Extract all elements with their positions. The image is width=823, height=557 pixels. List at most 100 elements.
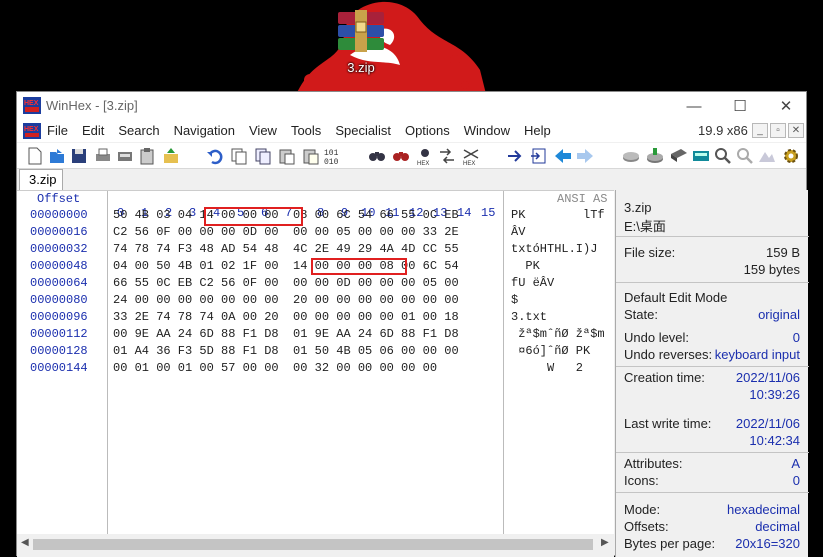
close-button[interactable]: ✕ (763, 92, 809, 120)
doc-restore-button[interactable]: ▫ (770, 123, 786, 138)
document-menu-icon[interactable]: HEX (23, 123, 41, 139)
svg-text:HEX: HEX (417, 161, 429, 166)
debug-icon[interactable] (757, 146, 777, 166)
row-hex-bytes[interactable]: 66 55 0C EB C2 56 0F 00 00 00 0D 00 00 0… (113, 276, 459, 290)
undo-reverses-label: Undo reverses: (624, 347, 713, 362)
bytes-per-page-value: 20x16=320 (735, 536, 800, 551)
row-offset: 00000032 (30, 242, 88, 256)
menu-window[interactable]: Window (464, 123, 510, 138)
menu-options[interactable]: Options (405, 123, 450, 138)
write-date-value: 2022/11/06 (735, 416, 800, 431)
minimize-button[interactable]: — (671, 92, 717, 120)
paste-icon[interactable] (277, 146, 297, 166)
undo-reverses-value: keyboard input (714, 347, 800, 362)
doc-minimize-button[interactable]: _ (752, 123, 768, 138)
row-hex-bytes[interactable]: C2 56 0F 00 00 00 0D 00 00 00 05 00 00 0… (113, 225, 459, 239)
row-ansi-text[interactable]: PK lTf (511, 208, 605, 222)
analyze-icon[interactable] (735, 146, 755, 166)
goto-offset-icon[interactable] (505, 146, 525, 166)
title-bar[interactable]: HEX WinHex - [3.zip] — ☐ ✕ (17, 92, 806, 120)
file-size-value: 159 B (766, 245, 800, 260)
settings-icon[interactable] (781, 146, 801, 166)
find-icon[interactable] (367, 146, 387, 166)
creation-date-value: 2022/11/06 (735, 370, 800, 385)
maximize-icon: ☐ (733, 98, 747, 115)
mode-label: Mode: (624, 502, 661, 517)
copy-icon[interactable] (229, 146, 249, 166)
hex-convert-icon[interactable]: 101010 (323, 146, 343, 166)
file-size-bytes: 159 bytes (743, 262, 800, 277)
back-icon[interactable] (553, 146, 573, 166)
open-file-icon[interactable] (47, 146, 67, 166)
ram-icon[interactable] (669, 146, 689, 166)
properties-icon[interactable] (115, 146, 135, 166)
forward-icon[interactable] (575, 146, 595, 166)
row-ansi-text[interactable]: ÂV (511, 225, 525, 239)
print-icon[interactable] (93, 146, 113, 166)
save-icon[interactable] (69, 146, 89, 166)
clipboard-icon[interactable] (137, 146, 157, 166)
creation-time-label: Creation time: (624, 370, 705, 385)
menu-file[interactable]: File (47, 123, 68, 138)
divider (616, 492, 809, 493)
find-hex-icon[interactable]: HEX (415, 146, 435, 166)
row-ansi-text[interactable]: fU ëÂV (511, 276, 554, 290)
row-hex-bytes[interactable]: 01 A4 36 F3 5D 88 F1 D8 01 50 4B 05 06 0… (113, 344, 459, 358)
goto-sector-icon[interactable] (529, 146, 549, 166)
row-ansi-text[interactable]: txtóH­THL.I)J (511, 242, 597, 256)
version-label: 19.9 x86 (698, 123, 748, 138)
tab-3-zip[interactable]: 3.zip (19, 169, 63, 190)
scroll-left-icon[interactable]: ◀ (21, 537, 29, 548)
export-icon[interactable] (161, 146, 181, 166)
row-ansi-text[interactable]: žª$mˆñØ žª$m (511, 327, 604, 341)
row-ansi-text[interactable]: W 2 (511, 361, 583, 375)
maximize-button[interactable]: ☐ (717, 92, 763, 120)
undo-icon[interactable] (205, 146, 225, 166)
offset-divider (107, 191, 108, 535)
svg-text:HEX: HEX (24, 126, 39, 133)
mode-value: hexadecimal (727, 502, 800, 517)
svg-text:010: 010 (324, 158, 339, 166)
replace-hex-icon[interactable]: HEX (461, 146, 481, 166)
row-hex-bytes[interactable]: 33 2E 74 78 74 0A 00 20 00 00 00 00 00 0… (113, 310, 459, 324)
menu-help[interactable]: Help (524, 123, 551, 138)
disk-edit-icon[interactable] (645, 146, 665, 166)
scroll-right-icon[interactable]: ▶ (601, 537, 609, 548)
doc-close-button[interactable]: ✕ (788, 123, 804, 138)
row-ansi-text[interactable]: PK (511, 259, 539, 273)
write-time-value: 10:42:34 (749, 433, 800, 448)
menu-specialist[interactable]: Specialist (335, 123, 391, 138)
menu-edit[interactable]: Edit (82, 123, 104, 138)
menu-navigation[interactable]: Navigation (174, 123, 235, 138)
row-ansi-text[interactable]: $ (511, 293, 518, 307)
state-label: State: (624, 307, 658, 322)
copy-block-icon[interactable] (253, 146, 273, 166)
find-text-icon[interactable] (391, 146, 411, 166)
row-hex-bytes[interactable]: 00 9E AA 24 6D 88 F1 D8 01 9E AA 24 6D 8… (113, 327, 459, 341)
svg-text:101: 101 (324, 149, 339, 158)
offsets-label: Offsets: (624, 519, 669, 534)
scrollbar-thumb[interactable] (33, 539, 593, 550)
attributes-label: Attributes: (624, 456, 683, 471)
row-hex-bytes[interactable]: 00 01 00 01 00 57 00 00 00 32 00 00 00 0… (113, 361, 437, 375)
desktop-icon-label: 3.zip (347, 60, 375, 75)
calculator-icon[interactable] (691, 146, 711, 166)
minimize-icon: — (686, 97, 702, 115)
row-ansi-text[interactable]: 3.txt (511, 310, 547, 324)
paste-write-icon[interactable] (301, 146, 321, 166)
menu-search[interactable]: Search (118, 123, 159, 138)
horizontal-scrollbar[interactable]: ◀ ▶ (17, 534, 614, 557)
desktop-icon-zip[interactable]: 3.zip (334, 8, 388, 78)
replace-text-icon[interactable] (437, 146, 457, 166)
disk-icon[interactable] (621, 146, 641, 166)
divider (616, 452, 809, 453)
new-file-icon[interactable] (25, 146, 45, 166)
row-ansi-text[interactable]: ¤6ó]ˆñØ PK (511, 344, 590, 358)
row-hex-bytes[interactable]: 24 00 00 00 00 00 00 00 20 00 00 00 00 0… (113, 293, 459, 307)
menu-view[interactable]: View (249, 123, 277, 138)
hash-icon[interactable] (713, 146, 733, 166)
state-value[interactable]: original (758, 307, 800, 322)
menu-tools[interactable]: Tools (291, 123, 321, 138)
hex-editor[interactable]: Offset 0 1 2 3 4 5 6 7 8 9 10 11 12 13 14 15 ANSI AS 00… (17, 190, 614, 535)
row-hex-bytes[interactable]: 74 78 74 F3 48 AD 54 48 4C 2E 49 29 4A 4… (113, 242, 459, 256)
